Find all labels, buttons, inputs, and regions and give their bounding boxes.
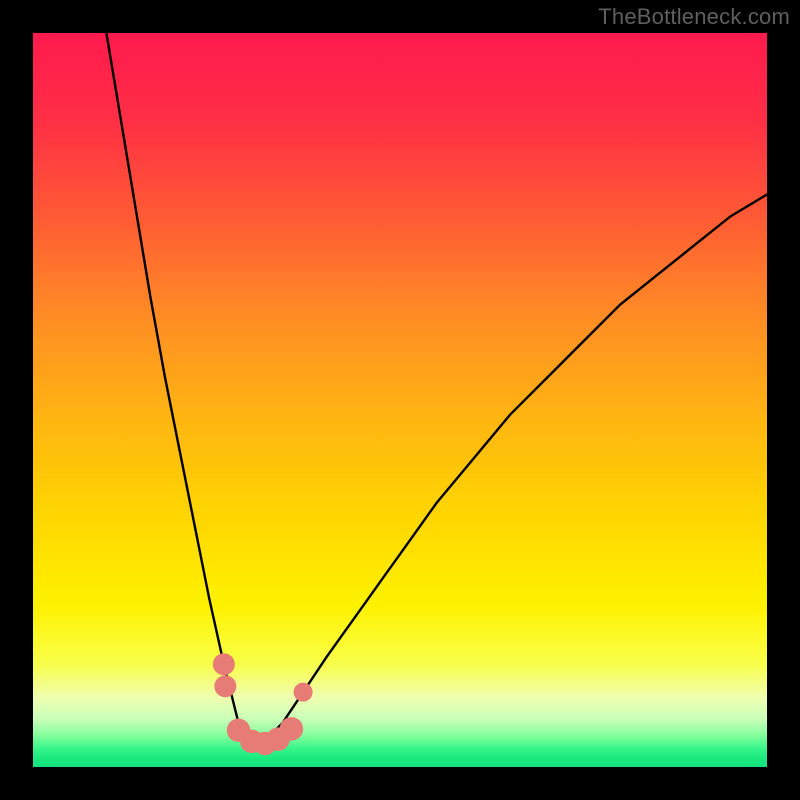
marker-left-blob-mid xyxy=(214,675,236,697)
chart-svg xyxy=(33,33,767,767)
watermark-text: TheBottleneck.com xyxy=(598,4,790,30)
gradient-background xyxy=(33,33,767,767)
marker-right-dot xyxy=(294,683,313,702)
chart-frame: TheBottleneck.com xyxy=(0,0,800,800)
marker-valley-5 xyxy=(280,717,303,740)
marker-left-blob-top xyxy=(213,653,235,675)
plot-area xyxy=(33,33,767,767)
